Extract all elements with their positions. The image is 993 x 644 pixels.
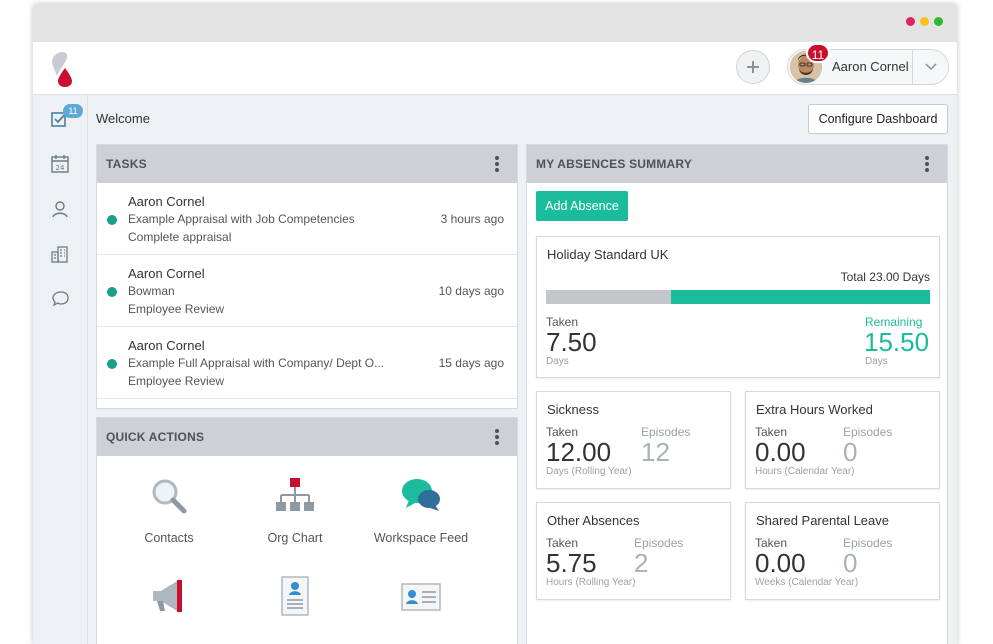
card-title: Other Absences <box>547 513 640 528</box>
holiday-taken-unit: Days <box>546 356 569 367</box>
unit-label: Weeks (Calendar Year) <box>755 577 859 588</box>
absences-menu-icon[interactable] <box>925 156 929 172</box>
chevron-down-icon <box>924 63 937 71</box>
quick-actions-panel: QUICK ACTIONS Contacts Org Chart Workspa… <box>96 417 518 644</box>
title-bar <box>33 4 957 42</box>
absences-panel: MY ABSENCES SUMMARY Add Absence Holiday … <box>526 144 948 644</box>
quick-action-label: Org Chart <box>267 531 323 545</box>
extra-hours-card[interactable]: Extra Hours Worked Taken 0.00 Episodes 0… <box>745 391 940 489</box>
megaphone-icon <box>153 580 182 612</box>
task-type: Complete appraisal <box>128 230 232 244</box>
building-icon[interactable] <box>50 244 70 264</box>
window-maximize-dot[interactable] <box>934 17 943 26</box>
episodes-value: 0 <box>843 548 858 578</box>
taken-value: 12.00 <box>546 437 612 467</box>
task-description: Bowman <box>128 284 175 298</box>
user-menu[interactable]: 11 Aaron Cornel <box>787 43 949 85</box>
status-dot <box>107 287 117 297</box>
unit-label: Days (Rolling Year) <box>546 466 632 477</box>
task-owner: Aaron Cornel <box>128 266 205 281</box>
holiday-progress-taken <box>546 290 672 304</box>
quick-action-label: Workspace Feed <box>373 531 469 545</box>
quick-action-directory[interactable] <box>361 574 481 631</box>
task-type: Employee Review <box>128 302 225 316</box>
holiday-card[interactable]: Holiday Standard UK Total 23.00 Days Tak… <box>536 236 940 378</box>
task-description: Example Appraisal with Job Competencies <box>128 212 355 226</box>
top-bar: 11 Aaron Cornel <box>33 42 957 95</box>
holiday-progress-bar <box>546 290 930 304</box>
task-item[interactable]: Aaron Cornel Bowman Employee Review 10 d… <box>97 255 517 327</box>
absences-header: MY ABSENCES SUMMARY <box>527 145 947 183</box>
absences-title: MY ABSENCES SUMMARY <box>536 157 693 171</box>
tasks-panel: TASKS Aaron Cornel Example Appraisal wit… <box>96 144 518 409</box>
quick-actions-menu-icon[interactable] <box>495 429 499 445</box>
shared-parental-leave-card[interactable]: Shared Parental Leave Taken 0.00 Episode… <box>745 502 940 600</box>
id-card-icon <box>401 583 441 611</box>
magnifier-icon <box>152 479 187 514</box>
sickness-card[interactable]: Sickness Taken 12.00 Episodes 12 Days (R… <box>536 391 731 489</box>
sidebar: 24 <box>33 95 88 644</box>
card-title: Sickness <box>547 402 600 417</box>
user-name[interactable]: Aaron Cornel <box>832 59 909 74</box>
taken-value: 0.00 <box>755 437 806 467</box>
unit-label: Hours (Rolling Year) <box>546 577 636 588</box>
holiday-taken-value: 7.50 <box>546 327 597 357</box>
other-absences-card[interactable]: Other Absences Taken 5.75 Episodes 2 Hou… <box>536 502 731 600</box>
holiday-title: Holiday Standard UK <box>547 247 669 262</box>
quick-actions-header: QUICK ACTIONS <box>97 418 517 456</box>
episodes-value: 2 <box>634 548 649 578</box>
task-owner: Aaron Cornel <box>128 194 205 209</box>
quick-action-workspace-feed[interactable]: Workspace Feed <box>361 474 481 545</box>
status-dot <box>107 359 117 369</box>
holiday-total: Total 23.00 Days <box>840 270 930 284</box>
plus-icon <box>747 61 759 73</box>
quick-action-documents[interactable] <box>235 574 355 631</box>
app-window: 11 Aaron Cornel 24 11 Welcome Configure … <box>33 4 957 644</box>
window-minimize-dot[interactable] <box>920 17 929 26</box>
tasks-menu-icon[interactable] <box>495 156 499 172</box>
task-time: 3 hours ago <box>440 212 504 226</box>
org-chart-icon <box>276 478 314 511</box>
taken-value: 0.00 <box>755 548 806 578</box>
unit-label: Hours (Calendar Year) <box>755 466 855 477</box>
chat-icon[interactable] <box>50 289 70 309</box>
episodes-value: 12 <box>641 437 670 467</box>
holiday-remaining-value: 15.50 <box>864 327 930 357</box>
task-type: Employee Review <box>128 374 225 388</box>
task-time: 15 days ago <box>438 356 504 370</box>
add-absence-button[interactable]: Add Absence <box>536 191 628 221</box>
configure-dashboard-button[interactable]: Configure Dashboard <box>808 104 948 134</box>
holiday-remaining-unit: Days <box>865 356 888 367</box>
svg-text:24: 24 <box>56 164 65 172</box>
card-title: Shared Parental Leave <box>756 513 889 528</box>
quick-action-label: Contacts <box>144 531 194 545</box>
card-title: Extra Hours Worked <box>756 402 873 417</box>
document-person-icon <box>281 576 309 616</box>
task-item[interactable]: Aaron Cornel Example Full Appraisal with… <box>97 327 517 399</box>
quick-action-org-chart[interactable]: Org Chart <box>235 474 355 545</box>
quick-actions-title: QUICK ACTIONS <box>106 430 205 444</box>
brand-logo[interactable] <box>47 50 75 88</box>
page-title: Welcome <box>96 111 150 126</box>
window-close-dot[interactable] <box>906 17 915 26</box>
tasks-header: TASKS <box>97 145 517 183</box>
task-owner: Aaron Cornel <box>128 338 205 353</box>
person-icon[interactable] <box>50 199 70 219</box>
user-menu-toggle[interactable] <box>912 50 948 84</box>
speech-bubbles-icon <box>402 479 440 511</box>
taken-value: 5.75 <box>546 548 597 578</box>
task-item[interactable]: Aaron Cornel Example Appraisal with Job … <box>97 183 517 255</box>
quick-action-announcements[interactable] <box>109 574 229 631</box>
notification-badge[interactable]: 11 <box>806 43 830 63</box>
status-dot <box>107 215 117 225</box>
task-description: Example Full Appraisal with Company/ Dep… <box>128 356 385 370</box>
calendar-icon[interactable]: 24 <box>50 154 70 174</box>
quick-action-contacts[interactable]: Contacts <box>109 474 229 545</box>
task-time: 10 days ago <box>438 284 504 298</box>
add-button[interactable] <box>736 50 770 84</box>
tasks-title: TASKS <box>106 157 147 171</box>
episodes-value: 0 <box>843 437 858 467</box>
tasks-badge[interactable]: 11 <box>63 104 83 118</box>
